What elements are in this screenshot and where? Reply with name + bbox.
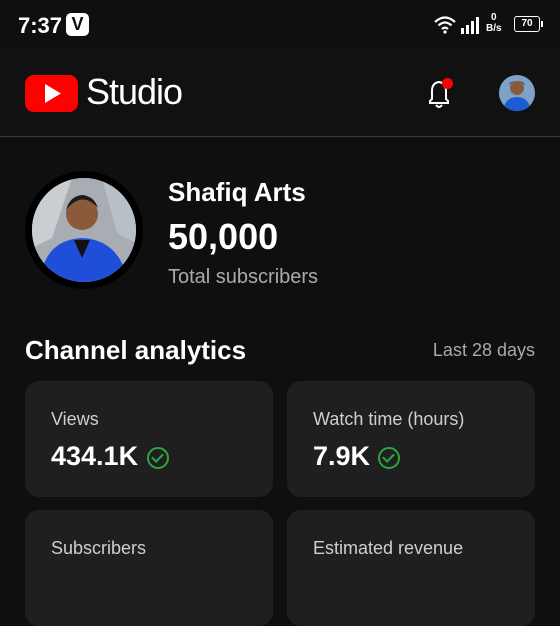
avatar-image (499, 75, 535, 111)
card-label: Subscribers (51, 538, 147, 558)
network-speed-unit: B/s (486, 23, 502, 34)
subscribers-card[interactable]: Subscribers (25, 510, 273, 626)
app-title: Studio (86, 71, 183, 112)
check-circle-icon (378, 447, 400, 469)
subscriber-label: Total subscribers (168, 266, 319, 288)
network-speed-value: 0 (491, 12, 497, 23)
card-label: Watch time (hours) (313, 409, 465, 429)
channel-analytics-title: Channel analytics (25, 335, 247, 365)
battery-icon: 70 (514, 16, 543, 32)
network-speed: 0 B/s (486, 12, 502, 34)
card-label: Estimated revenue (313, 538, 464, 558)
channel-name: Shafiq Arts (168, 177, 306, 207)
account-avatar-button[interactable] (499, 75, 535, 111)
wifi-icon (434, 16, 456, 34)
app-notification-badge: V (66, 13, 89, 36)
estimated-revenue-card[interactable]: Estimated revenue (287, 510, 535, 626)
channel-avatar-image (32, 178, 136, 282)
status-bar: 7:37 V 0 B/s 70 (0, 0, 560, 50)
subscriber-count: 50,000 (168, 216, 279, 257)
app-header: Studio (0, 50, 560, 137)
channel-avatar[interactable] (25, 171, 143, 289)
watch-time-card[interactable]: Watch time (hours) 7.9K (287, 381, 535, 497)
youtube-logo-icon (25, 75, 78, 112)
card-value: 7.9K (313, 441, 371, 471)
views-card[interactable]: Views 434.1K (25, 381, 273, 497)
card-value: 434.1K (51, 441, 139, 471)
notification-dot (442, 78, 453, 89)
check-circle-icon (147, 447, 169, 469)
analytics-period: Last 28 days (432, 340, 535, 360)
notifications-button[interactable] (420, 75, 460, 115)
bell-icon (429, 80, 449, 108)
card-label: Views (51, 409, 99, 429)
signal-icon (461, 17, 479, 34)
status-time: 7:37 (18, 13, 63, 38)
